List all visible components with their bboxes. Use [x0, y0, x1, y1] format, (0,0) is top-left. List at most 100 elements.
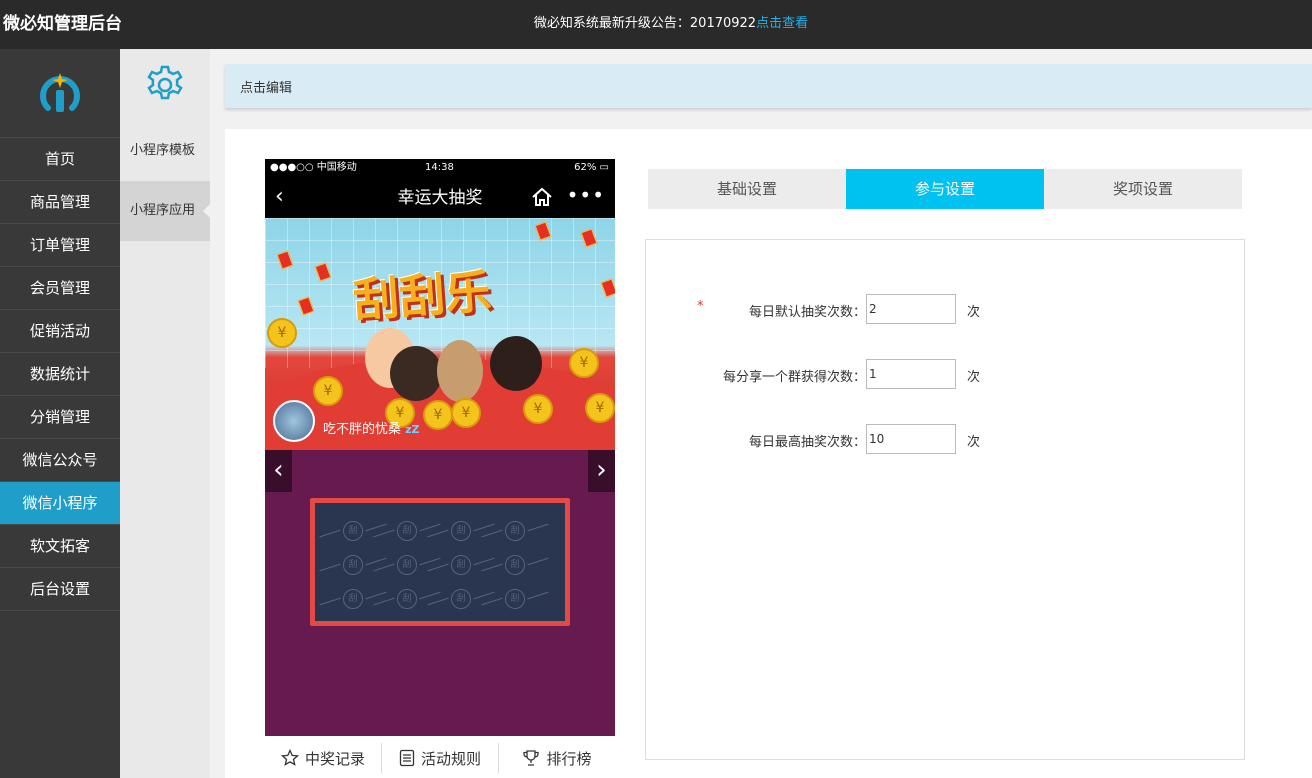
draws-per-group-share-label: 每分享一个群获得次数： — [722, 370, 866, 385]
nav-item-orders[interactable]: 订单管理 — [0, 224, 120, 267]
scratch-pattern-glyph: 刮 — [397, 555, 417, 575]
nav-item-statistics[interactable]: 数据统计 — [0, 353, 120, 396]
scratch-pattern-line — [319, 597, 341, 606]
scratch-pattern-line — [481, 529, 503, 538]
scratch-card: 刮刮刮刮刮刮刮刮刮刮刮刮 — [310, 498, 570, 626]
prev-arrow-icon[interactable]: ‹ — [265, 450, 292, 492]
required-mark: * — [697, 299, 704, 314]
next-arrow-icon[interactable]: › — [588, 450, 615, 492]
form-row-daily-max-draws: 每日最高抽奖次数： 次 — [646, 424, 1246, 454]
notice-link[interactable]: 点击查看 — [756, 16, 808, 31]
unit-label: 次 — [967, 305, 981, 320]
scratch-pattern-line — [319, 563, 341, 572]
nav-item-members[interactable]: 会员管理 — [0, 267, 120, 310]
scratch-pattern-line — [373, 563, 395, 572]
star-icon — [280, 749, 299, 767]
tab-activity-rules[interactable]: 活动规则 — [382, 743, 499, 773]
main-panel: ●●●○○ 中国移动 14:38 62% ▭ ‹ 幸运大抽奖 ••• 刮刮乐 ¥… — [225, 129, 1312, 778]
phone-preview: ●●●○○ 中国移动 14:38 62% ▭ ‹ 幸运大抽奖 ••• 刮刮乐 ¥… — [265, 159, 615, 778]
battery-text: 62% ▭ — [574, 162, 609, 173]
scratch-pattern-line — [365, 591, 387, 600]
scratch-pattern-line — [319, 529, 341, 538]
scratch-pattern-line — [373, 597, 395, 606]
phone-title: 幸运大抽奖 — [397, 188, 483, 208]
scratch-pattern-line — [527, 591, 549, 600]
phone-title-bar: ‹ 幸运大抽奖 ••• — [265, 177, 615, 218]
nav-item-content-marketing[interactable]: 软文拓客 — [0, 525, 120, 568]
scratch-pattern-glyph: 刮 — [505, 555, 525, 575]
subnav-item-templates[interactable]: 小程序模板 — [120, 121, 210, 181]
scratch-game-area: ‹ › 刮刮刮刮刮刮刮刮刮刮刮刮 — [265, 450, 615, 736]
scratch-pattern-glyph: 刮 — [397, 589, 417, 609]
scratch-pattern-line — [473, 523, 495, 532]
tab-prize-settings[interactable]: 奖项设置 — [1044, 169, 1242, 209]
avatar — [273, 400, 315, 442]
daily-max-draws-input[interactable] — [866, 424, 956, 454]
nav-item-mini-program[interactable]: 微信小程序 — [0, 482, 120, 525]
draws-per-group-share-input[interactable] — [866, 359, 956, 389]
form-row-daily-default-draws: * 每日默认抽奖次数： 次 — [646, 294, 1246, 324]
tab-label: 活动规则 — [420, 749, 481, 768]
unit-label: 次 — [967, 435, 981, 450]
logo-icon — [40, 73, 80, 112]
upgrade-notice: 微必知系统最新升级公告：20170922点击查看 — [0, 15, 1312, 33]
gear-icon — [120, 49, 210, 121]
nav-item-settings[interactable]: 后台设置 — [0, 568, 120, 611]
nav-item-home[interactable]: 首页 — [0, 138, 120, 181]
subnav-item-applications[interactable]: 小程序应用 — [120, 181, 211, 241]
scratch-pattern-glyph: 刮 — [451, 589, 471, 609]
document-icon — [399, 749, 415, 767]
banner-headline: 刮刮乐 — [351, 264, 493, 328]
edit-link[interactable]: 点击编辑 — [240, 77, 292, 96]
scratch-pattern-line — [365, 523, 387, 532]
scratch-pattern-glyph: 刮 — [397, 521, 417, 541]
scratch-surface[interactable]: 刮刮刮刮刮刮刮刮刮刮刮刮 — [315, 503, 565, 621]
tab-basic-settings[interactable]: 基础设置 — [648, 169, 846, 209]
scratch-pattern-line — [419, 557, 441, 566]
tab-participation-settings[interactable]: 参与设置 — [846, 169, 1044, 209]
scratch-pattern-glyph: 刮 — [343, 589, 363, 609]
scratch-banner: 刮刮乐 ¥ ¥ ¥ ¥ ¥ ¥ ¥ ¥ 吃不胖的忧桑 zZ — [265, 218, 615, 450]
scratch-pattern-line — [427, 529, 449, 538]
daily-default-draws-input[interactable] — [866, 294, 956, 324]
home-icon[interactable] — [531, 186, 553, 212]
nav-item-wechat-official[interactable]: 微信公众号 — [0, 439, 120, 482]
clock-text: 14:38 — [425, 162, 454, 173]
unit-label: 次 — [967, 370, 981, 385]
logo — [0, 49, 120, 138]
scratch-pattern-line — [373, 529, 395, 538]
scratch-pattern-glyph: 刮 — [343, 521, 363, 541]
scratch-pattern-line — [419, 523, 441, 532]
scratch-pattern-line — [527, 557, 549, 566]
secondary-sidebar: 小程序模板 小程序应用 — [120, 49, 211, 778]
tab-label: 中奖记录 — [304, 749, 365, 768]
main-sidebar: 首页 商品管理 订单管理 会员管理 促销活动 数据统计 分销管理 微信公众号 微信小程序 软文拓客… — [0, 49, 120, 778]
scratch-pattern-line — [419, 591, 441, 600]
notice-text: 微必知系统最新升级公告：20170922 — [533, 16, 757, 31]
scratch-pattern-line — [427, 597, 449, 606]
carrier-text: ●●●○○ 中国移动 — [270, 162, 357, 173]
scratch-pattern-line — [473, 557, 495, 566]
edit-bar: 点击编辑 — [225, 64, 1312, 108]
daily-max-draws-label: 每日最高抽奖次数： — [748, 435, 866, 450]
scratch-pattern-glyph: 刮 — [451, 555, 471, 575]
tab-leaderboard[interactable]: 排行榜 — [499, 743, 615, 773]
settings-tabs: 基础设置 参与设置 奖项设置 — [648, 169, 1242, 209]
daily-default-draws-label: 每日默认抽奖次数： — [748, 305, 866, 320]
scratch-pattern-line — [365, 557, 387, 566]
tab-winning-records[interactable]: 中奖记录 — [265, 743, 382, 773]
scratch-pattern-line — [481, 597, 503, 606]
nav-item-distribution[interactable]: 分销管理 — [0, 396, 120, 439]
phone-status-bar: ●●●○○ 中国移动 14:38 62% ▭ — [265, 159, 615, 177]
form-row-draws-per-group-share: 每分享一个群获得次数： 次 — [646, 359, 1246, 389]
nav-item-promotions[interactable]: 促销活动 — [0, 310, 120, 353]
more-icon[interactable]: ••• — [567, 183, 605, 207]
scratch-pattern-glyph: 刮 — [343, 555, 363, 575]
tab-label: 排行榜 — [546, 749, 592, 768]
scratch-pattern-glyph: 刮 — [451, 521, 471, 541]
scratch-pattern-line — [527, 523, 549, 532]
nav-item-products[interactable]: 商品管理 — [0, 181, 120, 224]
scratch-pattern-line — [473, 591, 495, 600]
scratch-pattern-line — [481, 563, 503, 572]
phone-bottom-tabs: 中奖记录 活动规则 排行榜 — [265, 738, 615, 778]
